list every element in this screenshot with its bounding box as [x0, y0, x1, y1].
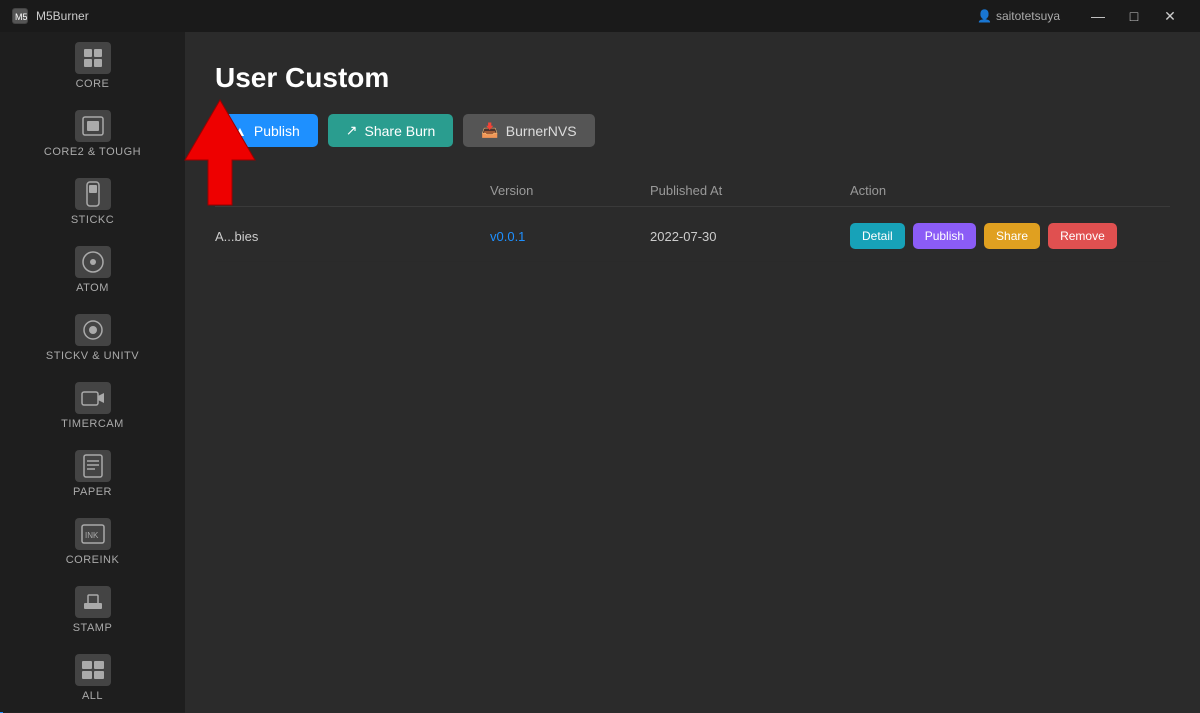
- paper-icon: [75, 450, 111, 482]
- sidebar-label-stickc: STICKC: [71, 214, 114, 226]
- remove-button[interactable]: Remove: [1048, 223, 1117, 249]
- restore-button[interactable]: □: [1116, 0, 1152, 32]
- all-icon: [75, 654, 111, 686]
- sidebar-item-stickv[interactable]: STICKV & UNITV: [0, 304, 185, 372]
- app-title: M5Burner: [36, 9, 977, 23]
- core2tough-icon: [75, 110, 111, 142]
- sidebar-item-coreink[interactable]: INK COREINK: [0, 508, 185, 576]
- sidebar-label-core2tough: CORE2 & TOUGH: [44, 146, 141, 158]
- row-name: A...bies: [215, 229, 490, 244]
- col-version: Version: [490, 183, 650, 198]
- shareburn-icon: ↗: [346, 122, 358, 139]
- sidebar-label-coreink: COREINK: [66, 554, 120, 566]
- table-row: A...bies v0.0.1 2022-07-30 Detail Publis…: [215, 211, 1170, 262]
- sidebar-label-paper: PAPER: [73, 486, 112, 498]
- close-button[interactable]: ✕: [1152, 0, 1188, 32]
- user-icon: 👤: [977, 9, 992, 23]
- shareburn-button[interactable]: ↗ Share Burn: [328, 114, 454, 147]
- sidebar-item-atom[interactable]: ATOM: [0, 236, 185, 304]
- window-controls: — □ ✕: [1080, 0, 1188, 32]
- user-info: 👤 saitotetsuya: [977, 9, 1060, 23]
- stamp-icon: [75, 586, 111, 618]
- detail-button[interactable]: Detail: [850, 223, 905, 249]
- sidebar-item-paper[interactable]: PAPER: [0, 440, 185, 508]
- sidebar-label-stickv: STICKV & UNITV: [46, 350, 139, 362]
- titlebar: M5 M5Burner 👤 saitotetsuya — □ ✕: [0, 0, 1200, 32]
- sidebar: CORE CORE2 & TOUGH STICKC ATOM STICKV & …: [0, 32, 185, 713]
- content-area: User Custom ▲ Publish ↗ Share Burn 📥 Bur…: [185, 32, 1200, 713]
- sidebar-item-all[interactable]: ALL: [0, 644, 185, 712]
- col-name: [215, 183, 490, 198]
- row-publish-button[interactable]: Publish: [913, 223, 976, 249]
- col-action: Action: [850, 183, 1170, 198]
- username: saitotetsuya: [996, 9, 1060, 23]
- atom-icon: [75, 246, 111, 278]
- sidebar-label-core: CORE: [76, 78, 110, 90]
- burnernvs-button[interactable]: 📥 BurnerNVS: [463, 114, 594, 147]
- main-layout: CORE CORE2 & TOUGH STICKC ATOM STICKV & …: [0, 32, 1200, 713]
- col-published: Published At: [650, 183, 850, 198]
- row-version: v0.0.1: [490, 229, 650, 244]
- sidebar-label-stamp: STAMP: [73, 622, 113, 634]
- toolbar: ▲ Publish ↗ Share Burn 📥 BurnerNVS: [215, 114, 1170, 147]
- sidebar-label-all: ALL: [82, 690, 103, 702]
- sidebar-label-atom: ATOM: [76, 282, 109, 294]
- stickv-icon: [75, 314, 111, 346]
- stickc-icon: [75, 178, 111, 210]
- burnernvs-icon: 📥: [481, 122, 498, 139]
- core-icon: [75, 42, 111, 74]
- table-header: Version Published At Action: [215, 175, 1170, 207]
- row-actions: Detail Publish Share Remove: [850, 223, 1170, 249]
- sidebar-item-stamp[interactable]: STAMP: [0, 576, 185, 644]
- timercam-icon: [75, 382, 111, 414]
- sidebar-item-core[interactable]: CORE: [0, 32, 185, 100]
- sidebar-item-timercam[interactable]: TIMERCAM: [0, 372, 185, 440]
- coreink-icon: INK: [75, 518, 111, 550]
- sidebar-label-timercam: TIMERCAM: [61, 418, 124, 430]
- page-title: User Custom: [215, 62, 1170, 94]
- svg-text:M5: M5: [15, 12, 27, 22]
- minimize-button[interactable]: —: [1080, 0, 1116, 32]
- publish-button[interactable]: ▲ Publish: [215, 114, 318, 147]
- app-icon: M5: [12, 8, 28, 24]
- publish-icon: ▲: [233, 123, 247, 139]
- sidebar-item-stickc[interactable]: STICKC: [0, 168, 185, 236]
- svg-text:INK: INK: [85, 531, 99, 540]
- share-button[interactable]: Share: [984, 223, 1040, 249]
- row-published-at: 2022-07-30: [650, 229, 850, 244]
- sidebar-item-core2tough[interactable]: CORE2 & TOUGH: [0, 100, 185, 168]
